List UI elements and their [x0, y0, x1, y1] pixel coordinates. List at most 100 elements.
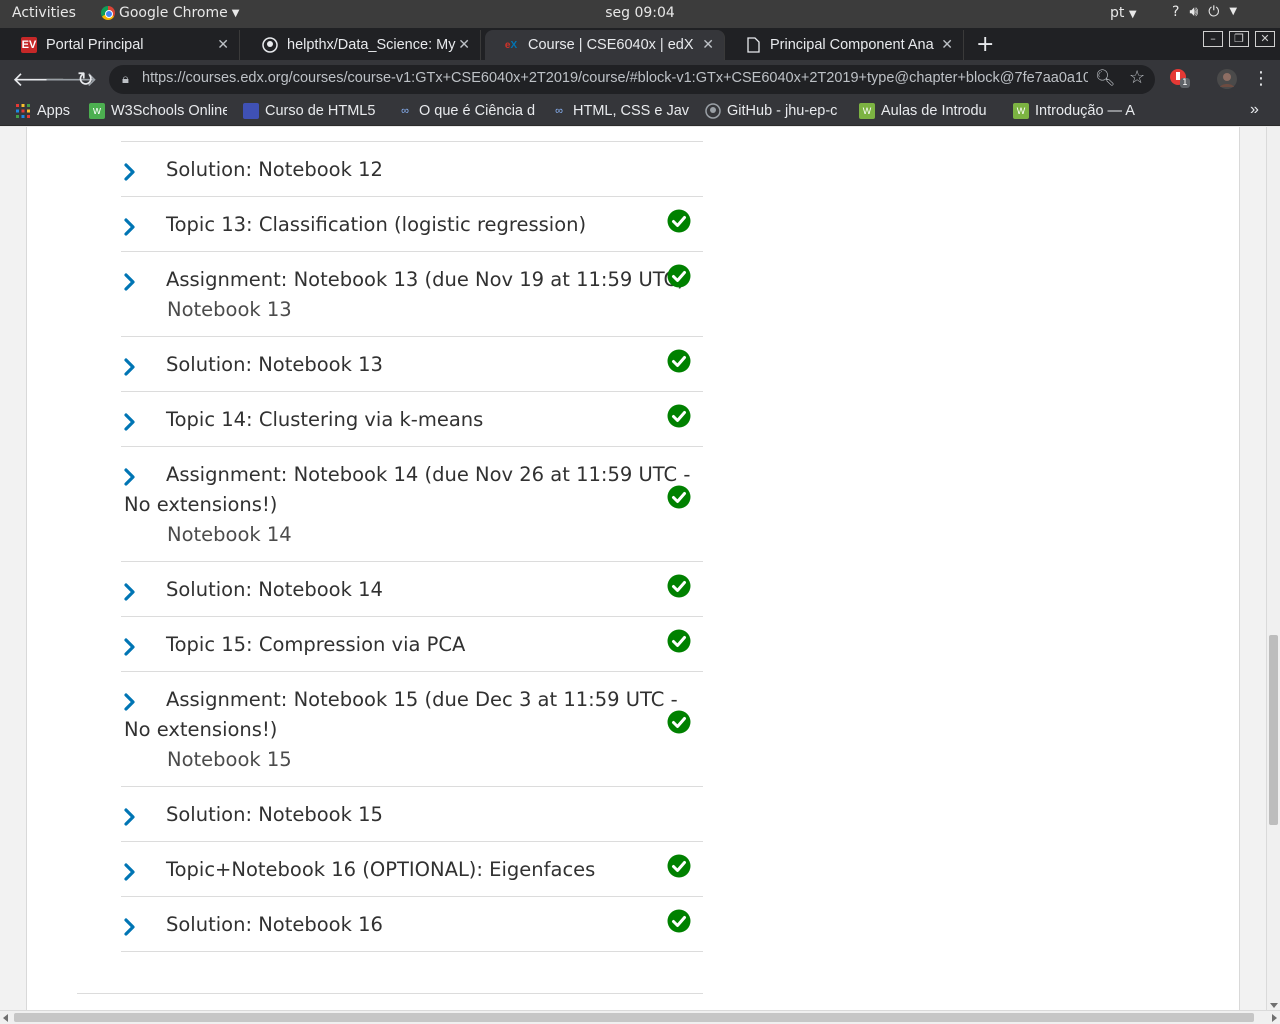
bookmark-w3schools[interactable]: w W3Schools Online: [89, 103, 227, 119]
link-icon: ∞: [555, 105, 563, 117]
outline-item[interactable]: Topic 15: Compression via PCA: [121, 617, 703, 672]
outline-item-title[interactable]: Assignment: Notebook 15 (due Dec 3 at 11…: [121, 685, 691, 745]
chevron-right-icon[interactable]: [123, 218, 137, 236]
outline-item-title[interactable]: Topic+Notebook 16 (OPTIONAL): Eigenfaces: [121, 855, 691, 885]
outline-item-subtitle: Notebook 15: [167, 748, 292, 771]
close-icon[interactable]: ✕: [217, 36, 229, 53]
outline-item[interactable]: Topic+Notebook 16 (OPTIONAL): Eigenfaces: [121, 842, 703, 897]
outline-item-subtitle: Notebook 13: [167, 298, 292, 321]
activities-button[interactable]: Activities: [12, 5, 76, 21]
address-bar[interactable]: 🔒︎ https://courses.edx.org/courses/cours…: [109, 65, 1155, 94]
bookmark-html-css-java[interactable]: ∞ HTML, CSS e Java: [551, 103, 689, 119]
chevron-right-icon[interactable]: [123, 863, 137, 881]
outline-item[interactable]: Solution: Notebook 14: [121, 562, 703, 617]
outline-item[interactable]: Topic 14: Clustering via k-means: [121, 392, 703, 447]
close-icon[interactable]: ✕: [458, 36, 470, 53]
outline-item[interactable]: Topic 13: Classification (logistic regre…: [121, 197, 703, 252]
close-icon[interactable]: ✕: [941, 36, 953, 53]
link-icon: ∞: [401, 105, 409, 117]
page-viewport: Notebook 12 Solution: Notebook 12 Topic 13…: [0, 127, 1266, 1010]
vertical-scrollbar[interactable]: [1266, 127, 1280, 1010]
lock-icon[interactable]: 🔒︎: [122, 71, 129, 87]
chevron-right-icon[interactable]: [123, 918, 137, 936]
github-icon: [262, 37, 278, 53]
chevron-down-icon: ▼: [1128, 9, 1137, 20]
chevron-right-icon[interactable]: [123, 413, 137, 431]
outline-item[interactable]: Solution: Notebook 15: [121, 787, 703, 842]
chevron-double-right-icon[interactable]: »: [1250, 101, 1259, 119]
outline-item-title[interactable]: Solution: Notebook 14: [121, 575, 691, 605]
extension-icon[interactable]: 1: [1169, 68, 1190, 92]
outline-item-title[interactable]: Topic 15: Compression via PCA: [121, 630, 691, 660]
check-circle-icon: [667, 909, 691, 933]
chevron-right-icon[interactable]: [123, 638, 137, 656]
chevron-right-icon[interactable]: [123, 468, 137, 486]
tab-title: Portal Principal: [46, 37, 144, 53]
bookmark-github-jhu[interactable]: GitHub - jhu-ep-c: [705, 103, 843, 119]
tab-edx-course[interactable]: eX Course | CSE6040x | edX ✕: [485, 30, 725, 60]
outline-item[interactable]: Notebook 12: [121, 127, 703, 142]
outline-item[interactable]: Solution: Notebook 12: [121, 142, 703, 197]
bookmark-star-icon[interactable]: ☆: [1129, 67, 1145, 88]
power-icon: ⏻: [1208, 4, 1220, 20]
bookmark-apps[interactable]: Apps: [15, 103, 70, 119]
close-window-icon[interactable]: ✕: [1255, 31, 1275, 47]
bookmarks-bar: Apps w W3Schools Online Curso de HTML5 ∞…: [0, 98, 1280, 126]
reload-icon[interactable]: ↻: [77, 67, 94, 91]
system-menu[interactable]: ? 🔊︎ ⏻ ▼: [1172, 4, 1237, 20]
w3schools-icon: w: [89, 103, 105, 119]
scroll-down-arrow-icon[interactable]: [1270, 1003, 1278, 1008]
bookmark-ciencia-de-dados[interactable]: ∞ O que é Ciência de: [397, 103, 535, 119]
chevron-right-icon[interactable]: [123, 273, 137, 291]
apps-grid-icon: [15, 103, 31, 119]
scrollbar-thumb[interactable]: [1269, 635, 1278, 825]
language-indicator[interactable]: pt ▼: [1110, 5, 1137, 21]
bookmark-aulas-introducao[interactable]: W Aulas de Introdu: [859, 103, 997, 119]
tab-github[interactable]: helpthx/Data_Science: My ✕: [244, 30, 481, 60]
url-text[interactable]: https://courses.edx.org/courses/course-v…: [142, 70, 1088, 86]
outline-item-title[interactable]: Solution: Notebook 15: [121, 800, 691, 830]
menu-kebab-icon[interactable]: ⋮: [1252, 68, 1270, 89]
minimize-icon[interactable]: –: [1203, 31, 1223, 47]
chevron-right-icon[interactable]: [123, 693, 137, 711]
outline-item-subtitle: Notebook 14: [167, 523, 292, 546]
outline-item[interactable]: Solution: Notebook 16: [121, 897, 703, 952]
browser-toolbar: 🡐 🡒 ↻ 🔒︎ https://courses.edx.org/courses…: [0, 60, 1280, 98]
outline-item[interactable]: Assignment: Notebook 14 (due Nov 26 at 1…: [121, 447, 703, 562]
tab-title: helpthx/Data_Science: My: [287, 37, 456, 53]
extension-badge: 1: [1180, 78, 1190, 88]
outline-item-title[interactable]: Solution: Notebook 16: [121, 910, 691, 940]
profile-avatar[interactable]: [1216, 68, 1238, 94]
bookmark-curso-html5[interactable]: Curso de HTML5: [243, 103, 379, 119]
outline-item[interactable]: Assignment: Notebook 13 (due Nov 19 at 1…: [121, 252, 703, 337]
outline-item-title[interactable]: Solution: Notebook 13: [121, 350, 691, 380]
scroll-left-arrow-icon[interactable]: [3, 1014, 8, 1022]
new-tab-plus-icon[interactable]: +: [976, 32, 994, 57]
scrollbar-thumb[interactable]: [14, 1013, 1254, 1022]
outline-item-title[interactable]: Assignment: Notebook 13 (due Nov 19 at 1…: [121, 265, 691, 295]
outline-item[interactable]: Solution: Notebook 13: [121, 337, 703, 392]
outline-item-title[interactable]: Assignment: Notebook 14 (due Nov 26 at 1…: [121, 460, 691, 520]
outline-item-title[interactable]: Topic 14: Clustering via k-means: [121, 405, 691, 435]
bookmark-introducao[interactable]: W Introdução — A: [1013, 103, 1151, 119]
app-menu[interactable]: Google Chrome ▼: [101, 5, 239, 21]
chevron-right-icon[interactable]: [123, 808, 137, 826]
outline-item-title[interactable]: Topic 13: Classification (logistic regre…: [121, 210, 691, 240]
zoom-icon[interactable]: 🔍︎: [1095, 68, 1115, 88]
system-top-bar: Activities Google Chrome ▼ seg 09:04 pt …: [0, 0, 1280, 28]
outline-item-title[interactable]: Solution: Notebook 12: [121, 155, 691, 185]
check-circle-icon: [667, 854, 691, 878]
horizontal-scrollbar[interactable]: [0, 1010, 1280, 1024]
chevron-down-icon: ▼: [231, 7, 240, 19]
restore-icon[interactable]: ❐: [1229, 31, 1249, 47]
tab-pca[interactable]: Principal Component Ana ✕: [727, 30, 964, 60]
chevron-right-icon[interactable]: [123, 583, 137, 601]
chevron-right-icon[interactable]: [123, 163, 137, 181]
ev-favicon-icon: EV: [21, 37, 37, 53]
tab-portal-principal[interactable]: EV Portal Principal ✕: [3, 30, 240, 60]
scroll-right-arrow-icon[interactable]: [1272, 1014, 1277, 1022]
close-icon[interactable]: ✕: [702, 36, 714, 53]
chevron-right-icon[interactable]: [123, 358, 137, 376]
outline-item[interactable]: Assignment: Notebook 15 (due Dec 3 at 11…: [121, 672, 703, 787]
check-circle-icon: [667, 710, 691, 734]
